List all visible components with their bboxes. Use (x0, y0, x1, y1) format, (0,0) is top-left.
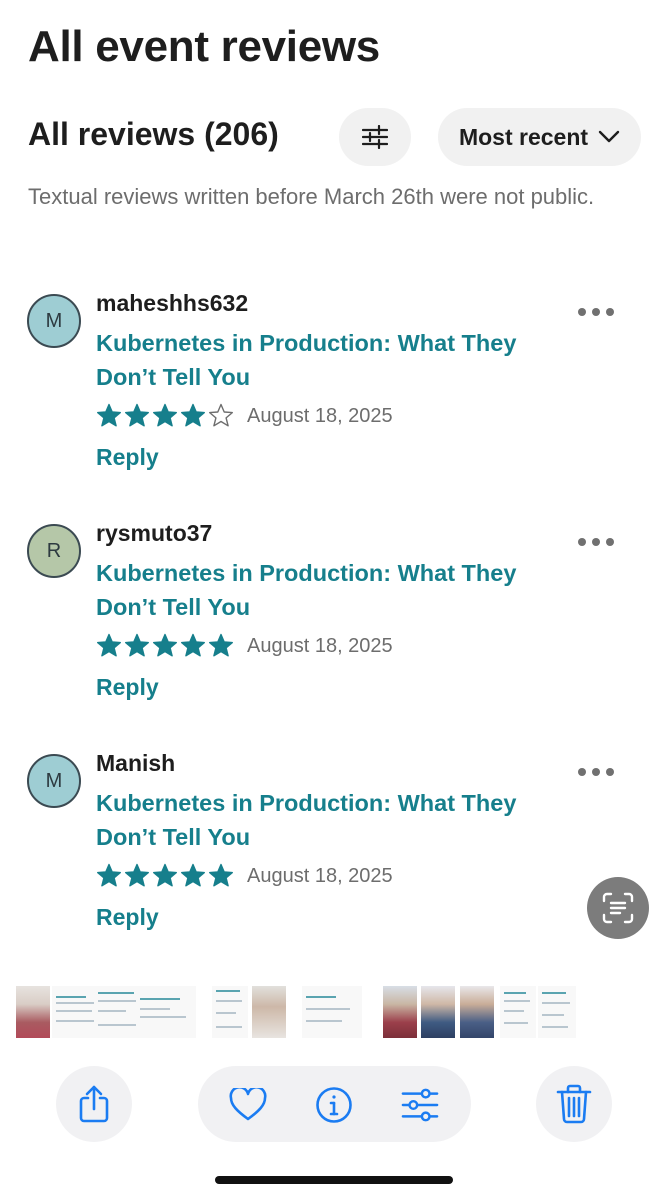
screenshot-thumbnail[interactable] (212, 986, 248, 1038)
photo-thumbnail[interactable] (460, 986, 494, 1038)
review-item: M Manish Kubernetes in Production: What Th… (0, 750, 668, 950)
screenshot-thumbnail[interactable] (136, 986, 196, 1038)
adjust-icon (401, 1088, 439, 1122)
sliders-icon (362, 125, 388, 149)
photo-thumbnail[interactable] (383, 986, 417, 1038)
star-filled-icon (180, 402, 206, 430)
screenshot-thumbnail[interactable] (302, 986, 362, 1038)
review-date: August 18, 2025 (247, 635, 393, 657)
star-filled-icon (208, 632, 234, 660)
avatar[interactable]: R (27, 524, 81, 578)
star-rating (96, 402, 234, 430)
info-icon (316, 1087, 352, 1123)
event-title-link[interactable]: Kubernetes in Production: What They Don’… (96, 786, 566, 854)
avatar-initial: M (45, 309, 63, 332)
reviews-header: All reviews (206) Most recent (28, 108, 642, 166)
star-filled-icon (124, 862, 150, 890)
star-filled-icon (124, 632, 150, 660)
star-filled-icon (208, 862, 234, 890)
star-filled-icon (180, 632, 206, 660)
heart-icon (229, 1088, 267, 1121)
sort-label: Most recent (458, 123, 589, 150)
share-button[interactable] (56, 1066, 132, 1142)
star-filled-icon (152, 862, 178, 890)
reply-link[interactable]: Reply (96, 674, 159, 701)
star-filled-icon (96, 402, 122, 430)
event-title-link[interactable]: Kubernetes in Production: What They Don’… (96, 326, 566, 394)
delete-button[interactable] (536, 1066, 612, 1142)
photo-thumbnail[interactable] (252, 986, 286, 1038)
info-button[interactable] (315, 1086, 353, 1124)
sort-dropdown[interactable]: Most recent (438, 108, 641, 166)
event-title-link[interactable]: Kubernetes in Production: What They Don’… (96, 556, 566, 624)
star-filled-icon (152, 402, 178, 430)
star-filled-icon (96, 632, 122, 660)
reply-link[interactable]: Reply (96, 904, 159, 931)
adjust-button[interactable] (401, 1086, 439, 1124)
star-rating (96, 632, 234, 660)
review-item: Mmaheshhs632 Kubernetes in Production: Wh… (0, 290, 668, 490)
avatar-initial: M (45, 769, 63, 792)
avatar[interactable]: M (27, 294, 81, 348)
live-text-scan-icon (602, 892, 634, 924)
reviewer-name[interactable]: maheshhs632 (96, 290, 248, 317)
photo-thumbnail[interactable] (16, 986, 50, 1038)
screenshot-thumbnail[interactable] (500, 986, 536, 1038)
review-date: August 18, 2025 (247, 405, 393, 427)
star-filled-icon (180, 862, 206, 890)
page-title: All event reviews (28, 22, 380, 71)
review-date: August 18, 2025 (247, 865, 393, 887)
reply-link[interactable]: Reply (96, 444, 159, 471)
visibility-notice: Textual reviews written before March 26t… (28, 184, 595, 209)
photo-thumbnail-strip[interactable] (16, 986, 576, 1038)
star-filled-icon (96, 862, 122, 890)
star-rating (96, 862, 234, 890)
home-indicator (215, 1176, 453, 1184)
favorite-button[interactable] (229, 1086, 267, 1124)
avatar[interactable]: M (27, 754, 81, 808)
filter-button[interactable] (339, 108, 411, 166)
star-filled-icon (152, 632, 178, 660)
share-icon (79, 1085, 109, 1123)
photo-actions-group (198, 1066, 471, 1142)
trash-icon (556, 1084, 592, 1124)
reviews-count: All reviews (206) (28, 116, 279, 152)
more-options-icon[interactable] (578, 766, 614, 778)
live-text-scan-button[interactable] (587, 877, 649, 939)
screenshot-thumbnail[interactable] (538, 986, 576, 1038)
review-item: Rrysmuto37 Kubernetes in Production: What… (0, 520, 668, 720)
star-filled-icon (124, 402, 150, 430)
more-options-icon[interactable] (578, 306, 614, 318)
star-empty-icon (208, 402, 234, 430)
avatar-initial: R (46, 539, 62, 562)
bottom-toolbar (0, 1066, 668, 1142)
more-options-icon[interactable] (578, 536, 614, 548)
reviewer-name[interactable]: rysmuto37 (96, 520, 212, 547)
reviewer-name[interactable]: Manish (96, 750, 175, 777)
photo-thumbnail[interactable] (421, 986, 455, 1038)
chevron-down-icon (598, 130, 620, 143)
